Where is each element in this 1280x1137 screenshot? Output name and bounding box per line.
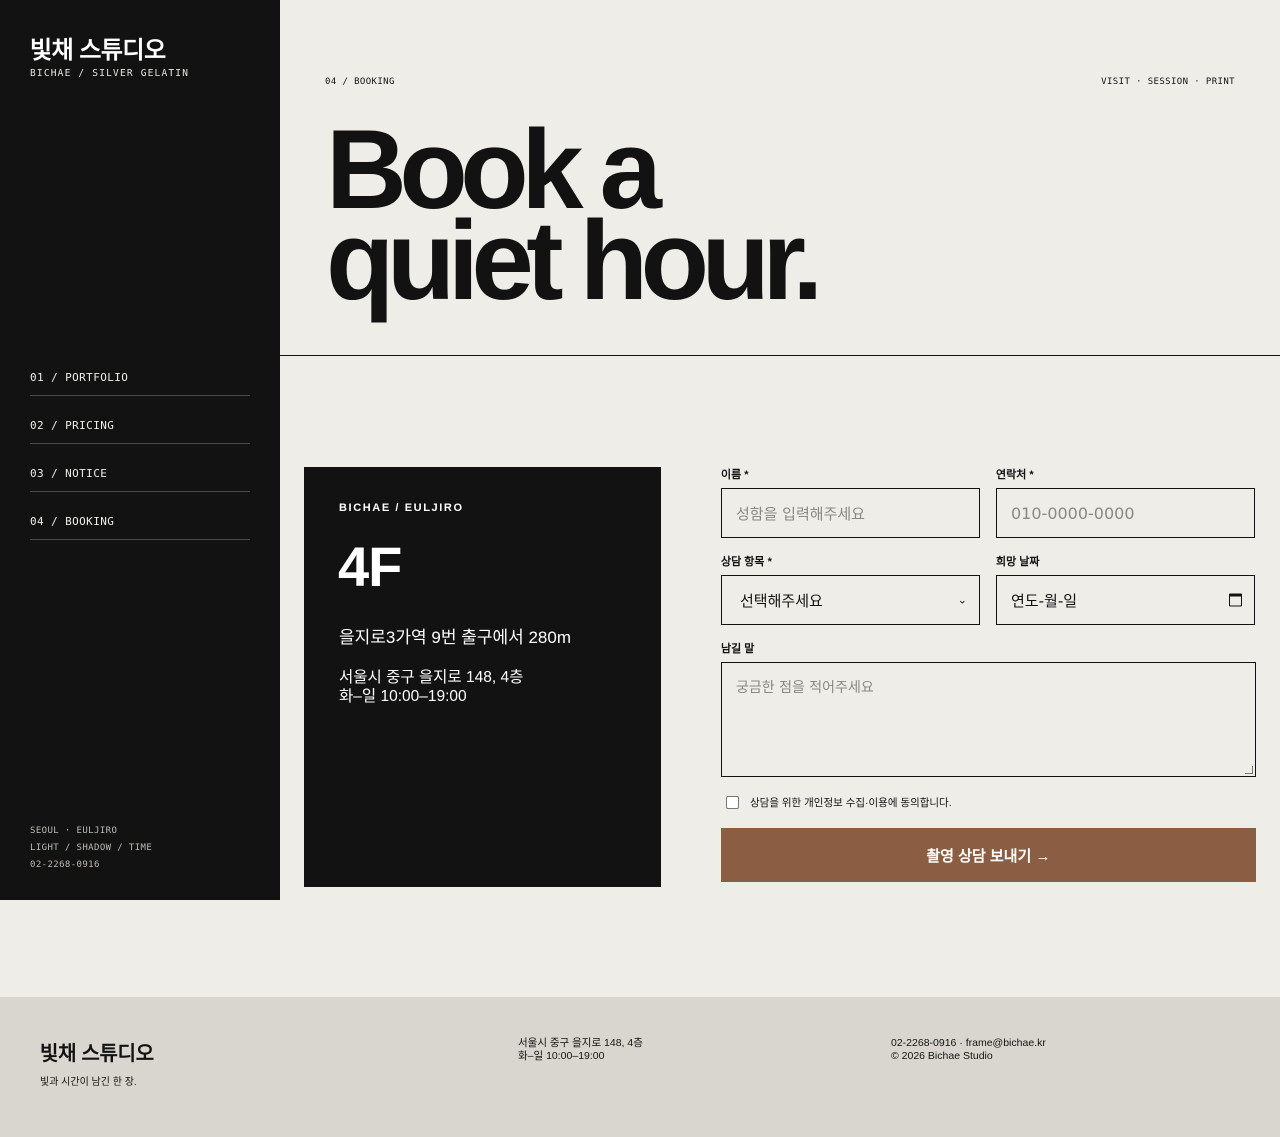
page-title: Book a quiet hour. [326, 114, 823, 317]
date-input-placeholder: 연도-월-일 [1011, 591, 1078, 610]
sidebar-footer: SEOUL · EULJIRO LIGHT / SHADOW / TIME 02… [30, 823, 152, 874]
consent-checkbox[interactable] [726, 796, 739, 809]
date-label: 희망 날짜 [996, 556, 1040, 568]
footer-address: 서울시 중구 을지로 148, 4층 [518, 1037, 643, 1049]
nav-item-pricing[interactable]: 02 / PRICING [30, 396, 250, 444]
top-nav[interactable]: VISIT · SESSION · PRINT [1101, 77, 1235, 87]
submit-button[interactable]: 촬영 상담 보내기 → [721, 828, 1256, 882]
footer-address-block: 서울시 중구 을지로 148, 4층 화–일 10:00–19:00 [518, 1037, 643, 1063]
brand-title[interactable]: 빛채 스튜디오 [30, 30, 166, 65]
topic-select-value: 선택해주세요 [740, 591, 823, 610]
nav-item-booking[interactable]: 04 / BOOKING [30, 492, 250, 540]
location-card: BICHAE / EULJIRO 4F 을지로3가역 9번 출구에서 280m … [304, 467, 661, 887]
consent-label[interactable]: 상담을 위한 개인정보 수집·이용에 동의합니다. [750, 795, 952, 810]
footer-contact[interactable]: 02-2268-0916 · frame@bichae.kr [891, 1037, 1046, 1050]
nav-item-notice[interactable]: 03 / NOTICE [30, 444, 250, 492]
name-input[interactable]: 성함을 입력해주세요 [721, 488, 980, 538]
chevron-down-icon: ⌄ [957, 593, 967, 607]
message-textarea[interactable]: 궁금한 점을 적어주세요 [721, 662, 1256, 777]
consent-row: 상담을 위한 개인정보 수집·이용에 동의합니다. [726, 795, 952, 810]
page-title-line-2: quiet hour. [326, 198, 823, 323]
location-directions: 을지로3가역 9번 출구에서 280m [339, 628, 572, 647]
location-address: 서울시 중구 을지로 148, 4층 [339, 669, 524, 686]
sidebar-nav: 01 / PORTFOLIO 02 / PRICING 03 / NOTICE … [30, 348, 250, 540]
phone-input[interactable]: 010-0000-0000 [996, 488, 1255, 538]
sidebar-footer-location: SEOUL · EULJIRO [30, 826, 118, 836]
calendar-icon[interactable] [1229, 593, 1242, 607]
message-placeholder: 궁금한 점을 적어주세요 [736, 680, 874, 696]
topic-select[interactable]: 선택해주세요 ⌄ [721, 575, 980, 625]
hero-divider [280, 355, 1280, 356]
location-address-block: 서울시 중구 을지로 148, 4층 화–일 10:00–19:00 [339, 668, 523, 706]
sidebar: 빛채 스튜디오 BICHAE / SILVER GELATIN 01 / POR… [0, 0, 280, 900]
sidebar-footer-phone[interactable]: 02-2268-0916 [30, 857, 152, 874]
resize-handle-icon[interactable] [1245, 766, 1253, 774]
footer-brand: 빛채 스튜디오 [40, 1043, 154, 1065]
footer-tagline: 빛과 시간이 남긴 한 장. [40, 1077, 137, 1088]
message-label: 남길 말 [721, 643, 755, 655]
footer-copyright: © 2026 Bichae Studio [891, 1050, 993, 1062]
sidebar-footer-motto: LIGHT / SHADOW / TIME [30, 843, 153, 853]
footer-hours: 화–일 10:00–19:00 [518, 1050, 605, 1062]
footer-contact-block: 02-2268-0916 · frame@bichae.kr © 2026 Bi… [891, 1037, 1046, 1063]
name-label: 이름 * [721, 469, 749, 481]
location-card-label: BICHAE / EULJIRO [339, 502, 464, 514]
phone-label: 연락처 * [996, 469, 1034, 481]
location-hours: 화–일 10:00–19:00 [339, 688, 467, 705]
location-floor: 4F [338, 535, 402, 598]
brand-subtitle: BICHAE / SILVER GELATIN [30, 68, 190, 79]
breadcrumb: 04 / BOOKING [325, 77, 395, 87]
site-footer: 빛채 스튜디오 빛과 시간이 남긴 한 장. 서울시 중구 을지로 148, 4… [0, 997, 1280, 1137]
topic-label: 상담 항목 * [721, 556, 772, 568]
date-input[interactable]: 연도-월-일 [996, 575, 1255, 625]
nav-item-portfolio[interactable]: 01 / PORTFOLIO [30, 348, 250, 396]
